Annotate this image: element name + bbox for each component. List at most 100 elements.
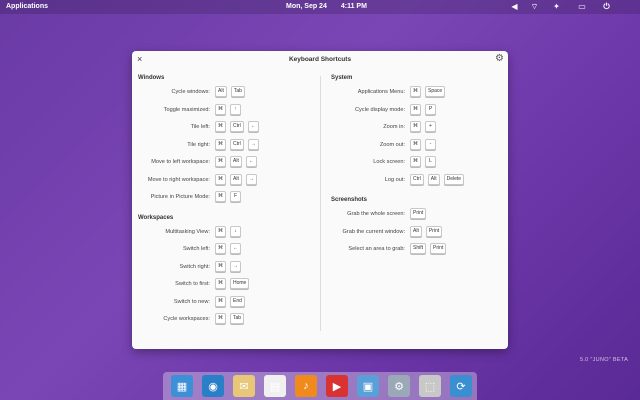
keycap-group: ⌘ F: [215, 191, 241, 202]
keycap: ⌘: [215, 243, 226, 254]
shortcut-label: Switch right:: [179, 263, 210, 270]
shortcut-row: Tile left: ⌘ Ctrl ←: [138, 120, 318, 138]
keycap: -: [425, 138, 436, 150]
keycap-group: ⌘ End: [215, 295, 245, 307]
wifi-icon[interactable]: ⌔: [530, 2, 539, 11]
multitasking-view-icon[interactable]: ▦: [171, 375, 193, 397]
keycap: ⌘: [215, 173, 226, 185]
battery-icon[interactable]: ▭: [576, 2, 588, 11]
keycap: Alt: [230, 173, 242, 185]
keycap-group: ⌘ L: [410, 156, 436, 167]
keycap: ⌘: [410, 86, 421, 97]
keycap-group: ⌘ →: [215, 260, 241, 272]
shortcut-label: Cycle workspaces:: [163, 316, 210, 322]
keycap: ⌘: [215, 295, 226, 307]
shortcut-row: Grab the whole screen: Print: [331, 207, 506, 225]
keycap: Delete: [443, 173, 465, 185]
keycap: ⌘: [410, 138, 421, 150]
left-column: Windows Cycle windows: Alt Tab Toggle maximi…: [138, 72, 318, 330]
shortcut-label: Picture in Picture Mode:: [150, 194, 210, 200]
shortcut-row: Zoom in: ⌘ +: [331, 120, 506, 138]
system-settings-icon[interactable]: ⚙: [388, 375, 410, 397]
shortcut-label: Move to right workspace:: [147, 176, 210, 183]
shortcut-label: Zoom in:: [383, 124, 405, 130]
keycap: ←: [230, 243, 241, 254]
volume-icon[interactable]: ◀: [510, 2, 519, 11]
keycap: ⌘: [215, 138, 226, 150]
keycap: ⌘: [215, 278, 226, 289]
section-title: System: [331, 75, 353, 81]
shortcut-label: Tile left:: [190, 124, 210, 130]
keycap: Alt: [215, 86, 227, 97]
keycap: ⌘: [410, 156, 421, 167]
keycap: ⌘: [215, 260, 226, 272]
clock[interactable]: Mon, Sep 24 4:11 PM: [286, 3, 381, 10]
shortcut-row: Cycle display mode: ⌘ P: [331, 103, 506, 121]
shortcut-label: Grab the whole screen:: [347, 211, 405, 217]
keycap: →: [230, 260, 241, 272]
shortcut-row: Move to left workspace: ⌘ Alt ←: [138, 155, 318, 173]
keycap: L: [425, 156, 436, 167]
keycap-group: ⌘ -: [410, 138, 436, 150]
keycap: ⌘: [215, 156, 226, 167]
keycap-group: ⌘ Ctrl ←: [215, 121, 259, 132]
keycap: →: [245, 173, 257, 185]
keycap: ⌘: [215, 103, 226, 115]
shortcut-row: Tile right: ⌘ Ctrl →: [138, 138, 318, 156]
shortcut-row: Switch to first: ⌘ Home: [138, 277, 318, 295]
column-divider: [320, 76, 321, 331]
appcenter-icon[interactable]: ⬚: [419, 375, 441, 397]
shortcut-row: Cycle windows: Alt Tab: [138, 85, 318, 103]
keycap: Print: [410, 208, 427, 219]
keycap-group: Alt Print: [410, 225, 443, 237]
time-label: 4:11 PM: [340, 3, 367, 10]
keycap: ↑: [230, 103, 241, 115]
shortcut-row: Picture in Picture Mode: ⌘ F: [138, 190, 318, 208]
keyboard-shortcuts-dialog: × Keyboard Shortcuts ⚙ Windows Cycle wind…: [132, 51, 508, 349]
shortcut-row: Toggle maximized: ⌘ ↑: [138, 103, 318, 121]
web-browser-icon[interactable]: ◉: [202, 375, 224, 397]
keycap: ←: [247, 121, 259, 132]
power-icon[interactable]: ⏻: [602, 2, 611, 11]
keycap-group: ⌘ ←: [215, 243, 241, 254]
section-title: Screenshots: [331, 197, 368, 203]
mail-icon[interactable]: ✉: [233, 375, 255, 397]
shortcut-label: Toggle maximized:: [163, 106, 210, 113]
videos-icon[interactable]: ▶: [326, 375, 348, 397]
keycap-group: Alt Tab: [215, 86, 245, 97]
shortcut-label: Zoom out:: [379, 141, 405, 148]
shortcut-row: Applications Menu: ⌘ Space: [331, 85, 506, 103]
updates-icon[interactable]: ⟳: [450, 375, 472, 397]
section-title: Workspaces: [138, 214, 174, 221]
keycap: P: [425, 103, 436, 115]
shortcut-row: Switch to new: ⌘ End: [138, 295, 318, 313]
keycap: Tab: [230, 86, 245, 97]
shortcut-row: Switch left: ⌘ ←: [138, 242, 318, 260]
keycap: ⌘: [410, 121, 421, 132]
shortcut-row: Select an area to grab: Shift Print: [331, 242, 506, 260]
keycap-group: ⌘ Alt ←: [215, 156, 257, 167]
applications-menu[interactable]: Applications: [6, 3, 48, 10]
notifications-icon[interactable]: ✦: [552, 2, 561, 11]
top-panel: Applications Mon, Sep 24 4:11 PM ◀ ⌔ ✦ ▭ …: [0, 0, 640, 14]
shortcut-label: Grab the current window:: [342, 228, 406, 235]
keycap: ⌘: [410, 103, 421, 115]
shortcut-label: Cycle display mode:: [354, 106, 405, 113]
shortcut-label: Applications Menu:: [357, 89, 405, 95]
date-label: Mon, Sep 24: [286, 3, 327, 10]
keycap: Alt: [427, 173, 440, 185]
dock: ▦ ◉ ✉ ▤ ♪ ▶ ▣ ⚙ ⬚ ⟳: [163, 372, 477, 400]
photos-icon[interactable]: ▣: [357, 375, 379, 397]
keycap: ⌘: [215, 225, 226, 237]
shortcut-row: Zoom out: ⌘ -: [331, 138, 506, 156]
shortcut-row: Move to right workspace: ⌘ Alt →: [138, 173, 318, 191]
keycap-group: ⌘ ↑: [215, 103, 241, 115]
gear-icon[interactable]: ⚙: [495, 53, 504, 64]
music-icon[interactable]: ♪: [295, 375, 317, 397]
keycap: Alt: [230, 156, 242, 167]
shortcut-label: Switch left:: [182, 246, 210, 252]
keycap: Print: [425, 225, 443, 237]
keycap-group: Print: [410, 208, 427, 219]
keycap: ⌘: [215, 313, 226, 324]
calendar-icon[interactable]: ▤: [264, 375, 286, 397]
